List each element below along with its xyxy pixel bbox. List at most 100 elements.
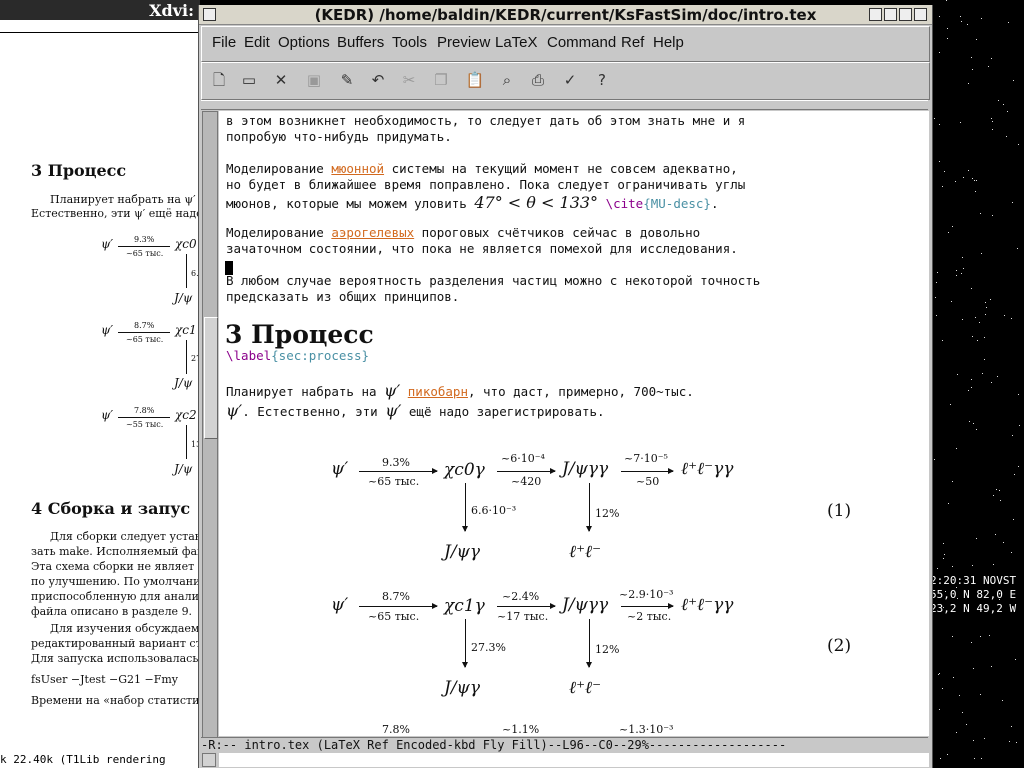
maximize-icon[interactable] (884, 8, 897, 21)
star (980, 694, 981, 695)
star (972, 178, 973, 179)
editor-text-area[interactable]: в этом возникнет необходимость, то следу… (219, 111, 929, 736)
highlighted-word[interactable]: мюонной (331, 161, 384, 176)
star (974, 758, 975, 759)
star (975, 191, 976, 192)
star (953, 677, 954, 678)
eq-count-label: ~65 тыс. (368, 475, 420, 488)
star (939, 673, 940, 674)
star (957, 374, 958, 375)
star (952, 481, 953, 482)
customize-icon[interactable]: ✓ (560, 70, 580, 90)
undo-icon[interactable]: ↶ (368, 70, 388, 90)
toolbar: 🗋 ▭ ✕ ▣ ✎ ↶ ✂ ❐ 📋 ⌕ ⎙ ✓ ? (201, 62, 930, 100)
star (1008, 22, 1009, 23)
search-icon[interactable]: ⌕ (497, 70, 517, 90)
eq-arrow (621, 468, 674, 474)
star (991, 58, 992, 59)
menu-ref[interactable]: Ref (621, 34, 644, 51)
star (984, 738, 985, 739)
menu-edit[interactable]: Edit (244, 34, 270, 51)
xdvi-diagram-vline (186, 340, 187, 374)
shade-icon[interactable] (899, 8, 912, 21)
menu-help[interactable]: Help (653, 34, 684, 51)
text-line: в этом возникнет необходимость, то следу… (226, 113, 746, 128)
eq-decay: J/ψγ (444, 542, 481, 562)
star (950, 404, 951, 405)
cut-icon[interactable]: ✂ (399, 70, 419, 90)
star (996, 489, 997, 490)
highlighted-word[interactable]: пикобарн (408, 384, 468, 399)
menu-file[interactable]: File (212, 34, 236, 51)
star (951, 301, 952, 302)
star (989, 635, 990, 636)
star (936, 282, 937, 283)
menu-command[interactable]: Command (547, 34, 616, 51)
xdvi-diagram-chi: χc2 (175, 408, 197, 422)
star (1016, 742, 1017, 743)
eq-branch-label: 6.6·10⁻³ (471, 504, 517, 517)
menu-tools[interactable]: Tools (392, 34, 427, 51)
xdvi-statusbar: k 22.40k (T1Lib rendering (0, 752, 200, 768)
star (935, 297, 936, 298)
text-span: пороговых счётчиков сейчас в довольно (414, 225, 701, 240)
star (942, 688, 943, 689)
xdvi-section4-line: файла описано в разделе 9. (31, 605, 193, 618)
eq-decay: J/ψγ (444, 678, 481, 698)
star (947, 754, 948, 755)
menu-latex[interactable]: LaTeX (495, 34, 538, 51)
scrollbar-thumb[interactable] (204, 317, 218, 439)
xdvi-diagram-vline (186, 425, 187, 459)
menu-buffers[interactable]: Buffers (337, 34, 384, 51)
eq-jpsi: J/ψγγ (562, 459, 609, 479)
save-as-icon[interactable]: ✎ (337, 70, 357, 90)
text-line: Моделирование мюонной системы на текущий… (226, 161, 738, 176)
open-folder-icon[interactable]: ▭ (239, 70, 259, 90)
star (937, 272, 938, 273)
xdvi-diagram-arrow (118, 417, 170, 418)
copy-icon[interactable]: ❐ (431, 70, 451, 90)
new-file-icon[interactable]: 🗋 (209, 70, 229, 90)
star (971, 387, 972, 388)
vertical-scrollbar[interactable] (202, 111, 218, 738)
xdvi-section4-line: Для изучения обсуждаемо (50, 622, 200, 635)
print-icon[interactable]: ⎙ (528, 70, 548, 90)
eq-number: (2) (827, 636, 852, 656)
highlighted-word[interactable]: аэрогелевых (331, 225, 414, 240)
xdvi-page-edge (0, 20, 200, 33)
paste-icon[interactable]: 📋 (465, 70, 485, 90)
emacs-titlebar[interactable]: (KEDR) /home/baldin/KEDR/current/KsFastS… (199, 5, 932, 25)
text-span: Планирует набрать на (226, 384, 385, 399)
latex-argument: {MU-desc} (643, 196, 711, 211)
kill-buffer-icon[interactable]: ✕ (271, 70, 291, 90)
star (971, 379, 972, 380)
xdvi-window[interactable]: Xdvi: 3 Процесс Планирует набрать на ψ′ … (0, 0, 200, 768)
minibuffer[interactable] (219, 753, 929, 767)
close-icon[interactable] (914, 8, 927, 21)
latex-argument: {sec:process} (271, 348, 369, 363)
star (991, 118, 992, 119)
eq-arrow (359, 468, 438, 474)
star (973, 740, 974, 741)
star (947, 38, 948, 39)
star (937, 568, 938, 569)
eq-branch-label: 12% (595, 507, 620, 520)
star (947, 28, 948, 29)
star (1012, 202, 1013, 203)
window-title: (KEDR) /home/baldin/KEDR/current/KsFastS… (314, 6, 817, 24)
menu-options[interactable]: Options (278, 34, 330, 51)
star (944, 171, 945, 172)
star (962, 257, 963, 258)
menu-preview[interactable]: Preview (437, 34, 490, 51)
eq-branch-label: ~1.3·10⁻³ (619, 723, 674, 736)
minimize-icon[interactable] (869, 8, 882, 21)
xdvi-section3-line: Планирует набрать на ψ′ п (50, 193, 200, 206)
star (962, 319, 963, 320)
emacs-window[interactable]: (KEDR) /home/baldin/KEDR/current/KsFastS… (198, 5, 933, 768)
help-icon[interactable]: ? (592, 70, 612, 90)
text-span: . Естественно, эти (242, 404, 386, 419)
save-icon[interactable]: ▣ (304, 70, 324, 90)
eq-number: (1) (827, 501, 852, 521)
eq-chi: χc0γ (444, 460, 485, 480)
xdvi-titlebar[interactable]: Xdvi: (0, 0, 200, 20)
